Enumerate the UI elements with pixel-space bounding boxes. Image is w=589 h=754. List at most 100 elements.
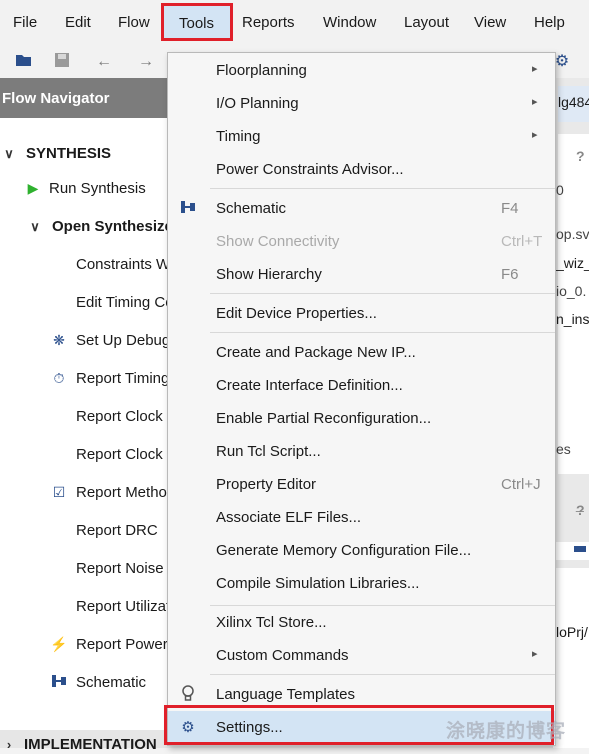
flow-item[interactable]: Schematic <box>0 672 168 696</box>
flow-item[interactable]: Edit Timing Co <box>0 292 174 316</box>
save-icon[interactable] <box>52 52 72 72</box>
menu-separator <box>210 674 555 675</box>
undo-icon[interactable]: ← <box>94 52 114 72</box>
menu-item-io-planning[interactable]: I/O Planning ▸ <box>168 87 555 120</box>
flow-navigator: ∨ SYNTHESIS ▶ Run Synthesis ∨ Open Synth… <box>0 118 174 753</box>
menu-item-label: Custom Commands <box>216 647 349 664</box>
menu-item-create-package-ip[interactable]: Create and Package New IP... <box>168 336 555 369</box>
minimize-icon[interactable]: _ <box>576 496 584 512</box>
menu-file[interactable]: File <box>13 14 37 31</box>
menu-item-schematic[interactable]: Schematic F4 <box>168 192 555 225</box>
gear-icon: ⚙ <box>181 719 195 736</box>
menu-item-show-hierarchy[interactable]: Show Hierarchy F6 <box>168 258 555 291</box>
flow-item[interactable]: ⚡ Report Power <box>0 634 168 658</box>
right-text-8: loPrj/ <box>556 624 588 640</box>
flow-item[interactable]: Constraints W <box>0 254 171 278</box>
menu-item-label: Edit Device Properties... <box>216 305 377 322</box>
help-icon[interactable]: ? <box>576 148 585 164</box>
implementation-label: IMPLEMENTATION <box>24 736 157 753</box>
menu-item-label: Show Connectivity <box>216 233 340 250</box>
play-icon: ▶ <box>27 180 39 196</box>
menu-separator <box>210 332 555 333</box>
watermark: 涂晓康的博客 <box>446 721 567 742</box>
open-synthesized-item[interactable]: ∨ Open Synthesize <box>0 216 173 240</box>
run-synthesis-item[interactable]: ▶ Run Synthesis <box>0 178 168 202</box>
synthesis-section[interactable]: ∨ SYNTHESIS <box>0 143 168 167</box>
flow-item-label: Edit Timing Co <box>76 294 174 311</box>
menu-window[interactable]: Window <box>323 14 376 31</box>
menu-item-run-tcl-script[interactable]: Run Tcl Script... <box>168 435 555 468</box>
run-synthesis-label: Run Synthesis <box>49 180 146 197</box>
menu-item-label: Create Interface Definition... <box>216 377 403 394</box>
flow-item-label: Report Utilizat <box>76 598 171 615</box>
menu-item-floorplanning[interactable]: Floorplanning ▸ <box>168 54 555 87</box>
menu-item-associate-elf-files[interactable]: Associate ELF Files... <box>168 501 555 534</box>
flow-item[interactable]: ☑ Report Metho <box>0 482 168 506</box>
menu-item-label: Create and Package New IP... <box>216 344 416 361</box>
open-synthesized-label: Open Synthesize <box>52 218 173 235</box>
menu-item-generate-memory-configuration[interactable]: Generate Memory Configuration File... <box>168 534 555 567</box>
menu-item-label: Enable Partial Reconfiguration... <box>216 410 432 427</box>
menu-item-label: Associate ELF Files... <box>216 509 362 526</box>
menu-item-language-templates[interactable]: Language Templates <box>168 678 555 711</box>
redo-icon[interactable]: → <box>136 52 156 72</box>
menu-item-custom-commands[interactable]: Custom Commands ▸ <box>168 639 555 672</box>
menu-item-shortcut: F6 <box>501 266 519 283</box>
menu-item-label: Run Tcl Script... <box>216 443 321 460</box>
menu-item-edit-device-properties[interactable]: Edit Device Properties... <box>168 297 555 330</box>
flow-item[interactable]: Report Clock I <box>0 406 171 430</box>
menu-item-label: Compile Simulation Libraries... <box>216 575 420 592</box>
menu-flow[interactable]: Flow <box>118 14 150 31</box>
menu-item-create-interface-definition[interactable]: Create Interface Definition... <box>168 369 555 402</box>
schematic-icon <box>50 673 68 691</box>
menu-item-xilinx-tcl-store[interactable]: Xilinx Tcl Store... <box>168 606 555 639</box>
menu-item-label: Floorplanning <box>216 62 307 79</box>
flow-item-label: Report DRC <box>76 522 158 539</box>
flow-item-label: Report Timing <box>76 370 170 387</box>
menu-layout[interactable]: Layout <box>404 14 449 31</box>
menu-edit[interactable]: Edit <box>65 14 91 31</box>
menu-separator <box>210 188 555 189</box>
right-text-5: io_0. <box>556 283 587 299</box>
submenu-arrow-icon: ▸ <box>532 648 538 660</box>
menu-item-enable-partial-reconfiguration[interactable]: Enable Partial Reconfiguration... <box>168 402 555 435</box>
menu-item-label: Show Hierarchy <box>216 266 322 283</box>
menu-item-label: I/O Planning <box>216 95 299 112</box>
implementation-section[interactable]: › IMPLEMENTATION <box>0 730 168 753</box>
clipboard-check-icon: ☑ <box>52 484 66 500</box>
right-text-2: 0 <box>556 182 564 198</box>
schematic-icon <box>178 199 198 219</box>
menu-help[interactable]: Help <box>534 14 565 31</box>
chevron-right-icon: › <box>6 737 12 752</box>
flow-item[interactable]: Report Noise <box>0 558 168 582</box>
flow-item[interactable]: ❋ Set Up Debug <box>0 330 170 354</box>
menu-item-compile-simulation-libraries[interactable]: Compile Simulation Libraries... <box>168 567 555 600</box>
right-text-3: op.sv <box>556 226 589 242</box>
synthesis-label: SYNTHESIS <box>26 145 112 162</box>
menu-tools[interactable]: Tools <box>161 3 233 41</box>
menu-item-label: Xilinx Tcl Store... <box>216 614 327 631</box>
flow-item-label: Report Noise <box>76 560 164 577</box>
menu-item-shortcut: Ctrl+T <box>501 233 543 250</box>
menu-item-timing[interactable]: Timing ▸ <box>168 120 555 153</box>
submenu-arrow-icon: ▸ <box>532 63 538 75</box>
bug-icon: ❋ <box>53 332 65 348</box>
flow-navigator-title: Flow Navigator <box>2 90 110 107</box>
flow-navigator-header: Flow Navigator <box>0 78 168 118</box>
right-text-1: lg484 <box>558 94 589 110</box>
menu-view[interactable]: View <box>474 14 506 31</box>
chevron-down-icon: ∨ <box>4 146 14 161</box>
right-text-7: es <box>556 441 571 457</box>
flow-item[interactable]: Report Clock I <box>0 444 171 468</box>
lightbulb-icon <box>178 685 198 705</box>
flow-item-label: Constraints W <box>76 256 171 273</box>
menu-item-label: Schematic <box>216 200 287 217</box>
menu-item-label: Settings... <box>216 719 283 736</box>
menu-item-property-editor[interactable]: Property Editor Ctrl+J <box>168 468 555 501</box>
open-project-icon[interactable] <box>14 52 34 72</box>
menu-reports[interactable]: Reports <box>242 14 295 31</box>
flow-item[interactable]: Report DRC <box>0 520 168 544</box>
flow-item[interactable]: Report Utilizat <box>0 596 171 620</box>
flow-item[interactable]: ⏱ Report Timing <box>0 368 170 392</box>
menu-item-power-constraints-advisor[interactable]: Power Constraints Advisor... <box>168 153 555 186</box>
